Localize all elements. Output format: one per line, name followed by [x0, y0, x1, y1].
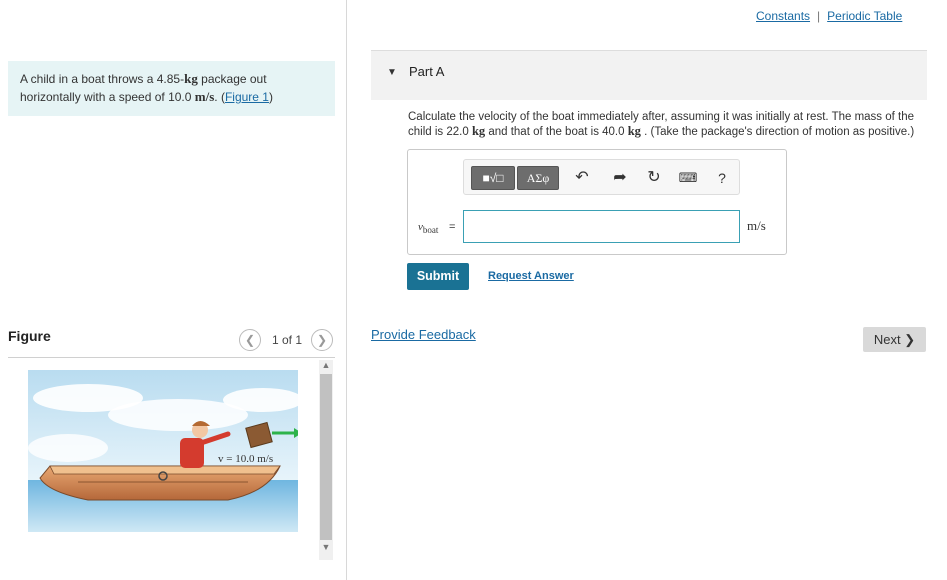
next-button[interactable]: Next ❯: [863, 327, 926, 352]
greek-symbols-button[interactable]: ΑΣφ: [517, 166, 559, 190]
scrollbar-thumb[interactable]: [320, 374, 332, 540]
answer-input[interactable]: [463, 210, 740, 243]
problem-text: A child in a boat throws a 4.85-: [20, 72, 185, 86]
answer-box: ■√□ ΑΣφ ↶ ➦ ↻ ⌨ ? vboat = m/s: [407, 149, 787, 255]
reset-icon[interactable]: ↻: [644, 168, 664, 188]
question-text: Calculate the velocity of the boat immed…: [408, 110, 938, 139]
submit-button[interactable]: Submit: [407, 263, 469, 290]
unit-kg: kg: [627, 124, 641, 138]
scroll-up-icon[interactable]: ▲: [319, 360, 333, 374]
figure-title: Figure: [8, 328, 51, 344]
help-icon[interactable]: ?: [712, 168, 732, 188]
figure-header: Figure ❮ 1 of 1 ❯: [8, 326, 335, 358]
request-answer-link[interactable]: Request Answer: [488, 270, 574, 282]
scroll-down-icon[interactable]: ▼: [319, 542, 333, 556]
figure-pager-count: 1 of 1: [272, 333, 303, 347]
problem-text: ): [268, 90, 273, 104]
figure-link[interactable]: Figure 1: [225, 90, 269, 104]
unit-label: m/s: [747, 218, 766, 233]
question-part: . (Take the package's direction of motio…: [640, 126, 915, 138]
keyboard-icon[interactable]: ⌨: [678, 168, 698, 188]
boat-illustration: v = 10.0 m/s: [28, 370, 303, 532]
unit-kg: kg: [471, 124, 486, 138]
equals-sign: =: [449, 221, 456, 233]
undo-icon[interactable]: ↶: [572, 168, 592, 188]
variable-label: vboat: [418, 221, 438, 235]
templates-button[interactable]: ■√□: [471, 166, 515, 190]
math-toolbar: ■√□ ΑΣφ ↶ ➦ ↻ ⌨ ?: [463, 159, 740, 195]
question-part: and that of the boat is 40.0: [485, 126, 628, 138]
header-links: Constants | Periodic Table: [756, 9, 902, 23]
chevron-left-icon[interactable]: ❮: [239, 329, 261, 351]
periodic-table-link[interactable]: Periodic Table: [827, 9, 902, 23]
part-title: Part A: [409, 64, 445, 79]
unit-ms: m/s: [194, 89, 215, 104]
figure-image: v = 10.0 m/s: [28, 370, 303, 532]
redo-icon[interactable]: ➦: [610, 168, 630, 188]
provide-feedback-link[interactable]: Provide Feedback: [371, 327, 476, 342]
column-divider: [346, 0, 347, 580]
variable-subscript: boat: [422, 225, 439, 236]
link-separator: |: [817, 9, 821, 23]
part-a-header[interactable]: ▼ Part A: [371, 50, 927, 100]
problem-text: . (: [214, 90, 225, 104]
problem-statement: A child in a boat throws a 4.85-kg packa…: [8, 61, 335, 116]
caret-down-icon[interactable]: ▼: [387, 67, 397, 78]
velocity-label: v = 10.0 m/s: [218, 453, 273, 465]
constants-link[interactable]: Constants: [756, 9, 810, 23]
unit-kg: kg: [184, 71, 198, 86]
chevron-right-icon[interactable]: ❯: [311, 329, 333, 351]
